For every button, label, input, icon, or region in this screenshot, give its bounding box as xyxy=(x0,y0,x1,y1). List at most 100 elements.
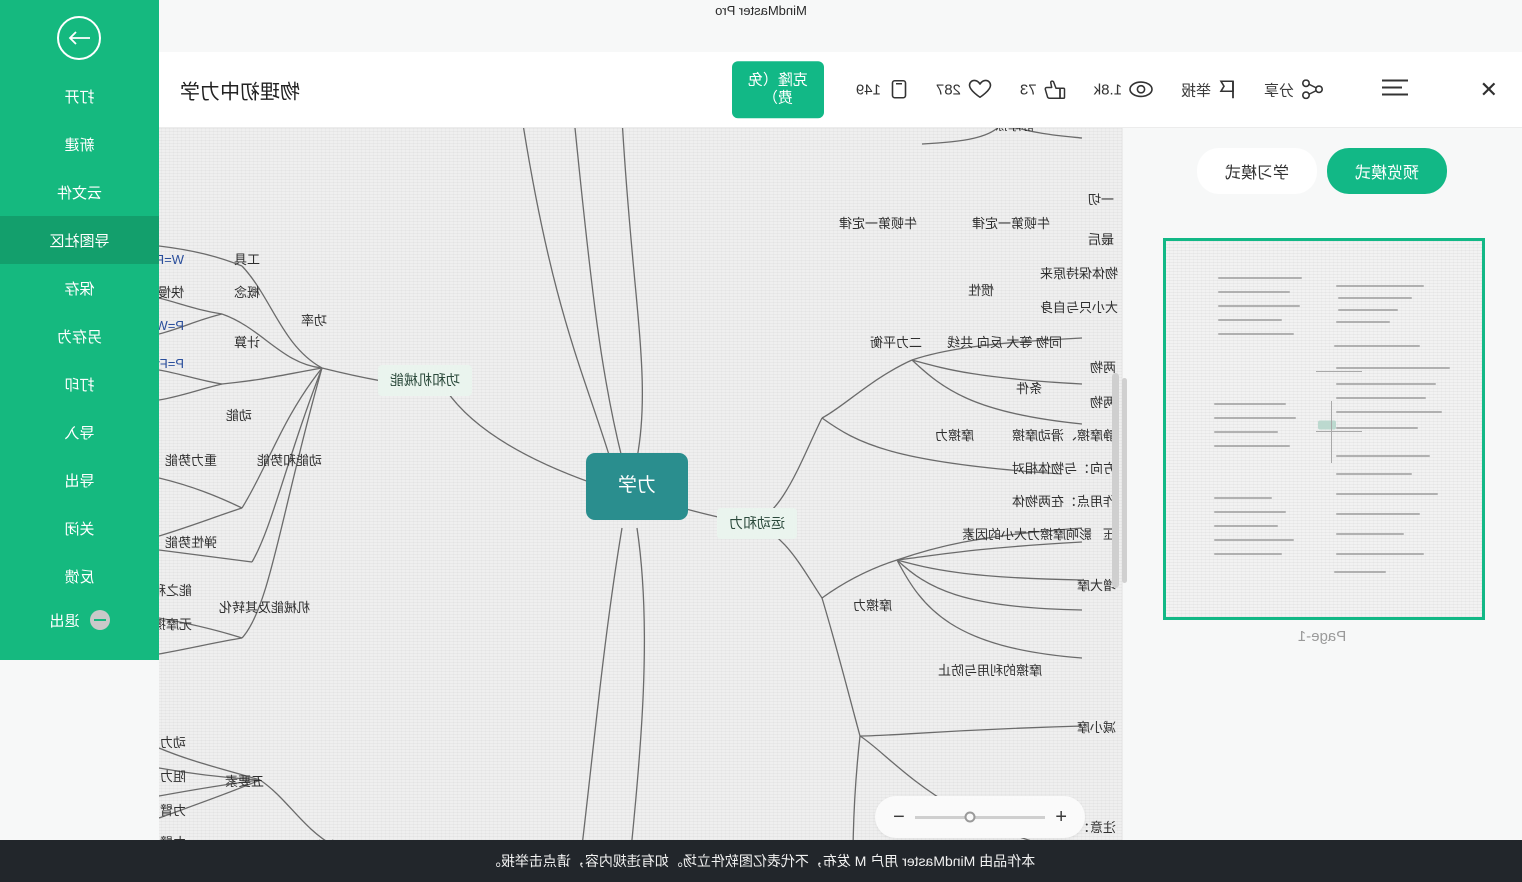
mindmap-node-two-force-balance[interactable]: 二力平衡 xyxy=(870,335,922,351)
share-button[interactable]: 分享 xyxy=(1250,68,1337,112)
mindmap-node-lever-effort-force[interactable]: 动力 xyxy=(160,735,186,751)
tab-study-mode[interactable]: 学习模式 xyxy=(1196,148,1317,194)
mindmap-node-energy[interactable]: 动能 xyxy=(226,408,252,424)
copy-icon xyxy=(891,80,907,99)
likes-stat[interactable]: 73 xyxy=(1006,68,1080,112)
menu-toggle-button[interactable] xyxy=(1382,78,1408,101)
mindmap-node-zuihou[interactable]: 最后 xyxy=(1088,232,1114,248)
window-title: MindMaster Pro xyxy=(715,3,807,18)
mindmap-node-inertia-depends-on-self[interactable]: 大小只与自身 xyxy=(1040,300,1118,316)
mindmap-node-lever-five-elements[interactable]: 五要素 xyxy=(225,774,264,790)
mindmap-node-friction-2[interactable]: 摩擦力 xyxy=(853,598,892,614)
mindmap-node-work-formula[interactable]: W=F·s xyxy=(159,252,184,268)
menu-item-exit[interactable]: 退出 xyxy=(0,600,159,640)
hamburger-icon xyxy=(1382,79,1408,95)
footer-disclaimer: 本作品由 MindMaster 用户 M 发布，不代表亿图软件立场。如有违规内容… xyxy=(0,840,1522,882)
footer-text: 本作品由 MindMaster 用户 M 发布，不代表亿图软件立场。如有违规内容… xyxy=(486,853,1036,869)
menu-item-feedback[interactable]: 反馈 xyxy=(0,552,159,600)
mindmap-node-friction-conditions[interactable]: 条件 xyxy=(1016,381,1042,397)
copies-count: 149 xyxy=(855,81,881,98)
page-index-label: Page-1 xyxy=(1297,628,1347,645)
page-side-panel: 预览模式 学习模式 Page-1 xyxy=(1122,128,1522,882)
mindmap-node-newton-first-law[interactable]: 牛顿第一定律 xyxy=(839,216,917,232)
menu-item-open[interactable]: 打开 xyxy=(0,72,159,120)
menu-item-save[interactable]: 保存 xyxy=(0,264,159,312)
mindmap-node-power-formula-1[interactable]: P=W/t xyxy=(159,318,184,334)
mindmap-node-elastic-potential-energy[interactable]: 弹性势能 xyxy=(165,535,217,551)
mindmap-node-yiqie[interactable]: 一切 xyxy=(1088,192,1114,208)
mindmap-node-friction-use-prevent[interactable]: 摩擦的利用与防止 xyxy=(938,663,1042,679)
eye-icon xyxy=(1129,81,1153,98)
mindmap-node-work-tool[interactable]: 工具 xyxy=(234,252,260,268)
mindmap-node-lever-arm-1[interactable]: 力臂 xyxy=(160,803,186,819)
canvas-vertical-scrollbar[interactable] xyxy=(1112,373,1119,588)
mindmap-node-friction[interactable]: 摩擦力 xyxy=(935,428,974,444)
mindmap-node-kinetic-potential-energy[interactable]: 动能和势能 xyxy=(257,453,322,469)
thumbnail-canvas xyxy=(1166,241,1482,617)
mindmap-branch-work-energy[interactable]: 功和机械能 xyxy=(378,365,472,396)
file-menu-panel: 打开 新建 云文件 导图社区 保存 另存为 打印 导入 导出 关闭 反馈 退出 xyxy=(0,0,159,660)
page-title: 物理初中力学 xyxy=(180,81,300,103)
tab-preview-mode[interactable]: 预览模式 xyxy=(1327,148,1448,194)
mindmap-canvas[interactable]: 力学 功和机械能 运动和力 静摩擦 牛顿第一定律 牛顿第一定律 一切 最后 惯性… xyxy=(159,128,1122,882)
mindmap-node-newton-first-law-sub[interactable]: 牛顿第一定律 xyxy=(972,216,1050,232)
mindmap-node-inertia[interactable]: 惯性 xyxy=(968,283,994,299)
mindmap-node-energy-sum[interactable]: 能之和 xyxy=(159,583,192,599)
favorites-stat[interactable]: 287 xyxy=(922,68,1006,112)
mindmap-node-power-concept[interactable]: 概念 xyxy=(234,285,260,301)
mindmap-node-power-formula-2[interactable]: P=Fv xyxy=(159,356,184,372)
mindmap-node-lever-resistance-force[interactable]: 阻力 xyxy=(160,769,186,785)
mindmap-node-gravitational-potential-energy[interactable]: 重力势能 xyxy=(165,453,217,469)
share-label: 分享 xyxy=(1263,82,1294,99)
mindmap-node-no-friction[interactable]: 无摩擦 xyxy=(159,617,192,633)
mindmap-node-balance-conditions[interactable]: 同物 等大 反向 共线 xyxy=(947,335,1062,351)
menu-item-exit-label: 退出 xyxy=(49,612,80,630)
zoom-in-button[interactable]: + xyxy=(1055,806,1067,829)
menu-item-close[interactable]: 关闭 xyxy=(0,504,159,552)
file-menu-list: 打开 新建 云文件 导图社区 保存 另存为 打印 导入 导出 关闭 反馈 xyxy=(0,72,159,600)
page-thumbnail[interactable] xyxy=(1163,238,1485,620)
views-count: 1.8k xyxy=(1093,81,1122,98)
mindmap-node-friction-point[interactable]: 作用点：在两物体 xyxy=(1012,494,1116,510)
mindmap-node-power-speed[interactable]: 快慢 xyxy=(159,285,184,301)
likes-count: 73 xyxy=(1019,81,1037,98)
zoom-out-button[interactable]: − xyxy=(893,806,905,829)
mindmap-node-power[interactable]: 功率 xyxy=(301,313,327,329)
menu-item-cloud-files[interactable]: 云文件 xyxy=(0,168,159,216)
side-panel-scrollbar[interactable] xyxy=(1122,378,1127,583)
menu-item-export[interactable]: 导出 xyxy=(0,456,159,504)
mindmap-root-node[interactable]: 力学 xyxy=(585,453,689,520)
report-button[interactable]: 举报 xyxy=(1167,68,1250,112)
heart-icon xyxy=(968,79,992,99)
flag-icon xyxy=(1219,80,1234,99)
mindmap-node-decrease-friction[interactable]: 减小摩 xyxy=(1077,720,1116,736)
circle-minus-icon xyxy=(89,610,110,630)
mindmap-node-friction-factors[interactable]: 影响摩擦力大小的因素 xyxy=(962,527,1092,543)
zoom-slider-handle[interactable] xyxy=(964,811,976,823)
logo-bar: MindMaster xyxy=(0,22,1522,52)
clone-button[interactable]: 克隆（免费） xyxy=(731,60,824,119)
views-stat: 1.8k xyxy=(1080,68,1167,112)
menu-item-print[interactable]: 打印 xyxy=(0,360,159,408)
mindmap-node-power-calc[interactable]: 计算 xyxy=(234,335,260,351)
mindmap-node-top-partial[interactable]: 静摩擦 xyxy=(995,128,1034,134)
thumbs-up-icon xyxy=(1044,80,1065,100)
share-icon xyxy=(1301,79,1323,100)
view-mode-tabs: 预览模式 学习模式 xyxy=(1122,148,1522,194)
mindmap-node-friction-types[interactable]: 静摩擦、滑动摩擦 xyxy=(1012,428,1116,444)
close-document-button[interactable]: ✕ xyxy=(1480,77,1498,103)
mindmap-branch-motion-force[interactable]: 运动和力 xyxy=(717,508,797,539)
menu-item-mindmap-community[interactable]: 导图社区 xyxy=(0,216,159,264)
copies-stat[interactable]: 149 xyxy=(842,68,922,112)
document-toolbar: ✕ 分享 举报 1.8k 73 287 149 克隆（免费） 物理初中力学 xyxy=(0,52,1522,128)
menu-item-new[interactable]: 新建 xyxy=(0,120,159,168)
mindmap-node-mechanical-energy-transform[interactable]: 机械能及其转化 xyxy=(219,600,310,616)
title-bar: MindMaster Pro – □ ✕ xyxy=(0,0,1522,22)
menu-item-save-as[interactable]: 另存为 xyxy=(0,312,159,360)
menu-back-button[interactable] xyxy=(57,16,102,60)
mindmap-node-friction-direction[interactable]: 方向：与物体相对 xyxy=(1012,461,1116,477)
zoom-slider-track[interactable] xyxy=(914,811,1046,823)
mindmap-node-inertia-keeps-original[interactable]: 物体保持原来 xyxy=(1040,266,1118,282)
menu-item-import[interactable]: 导入 xyxy=(0,408,159,456)
mindmap-node-increase-friction[interactable]: 增大摩 xyxy=(1077,578,1116,594)
